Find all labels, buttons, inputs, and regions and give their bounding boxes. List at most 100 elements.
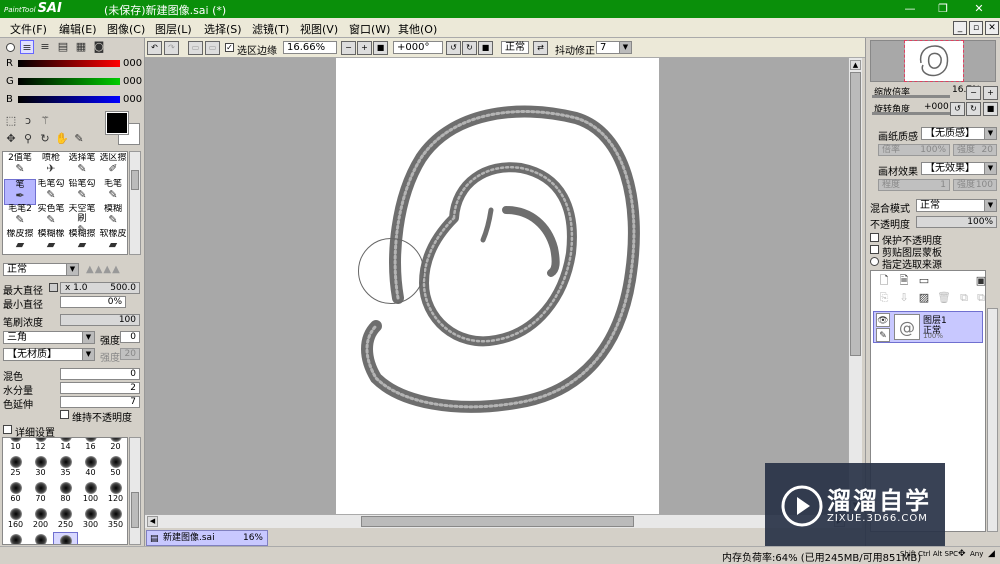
- menu-image[interactable]: 图像(C): [107, 21, 145, 37]
- mdi-close-button[interactable]: ✕: [985, 21, 999, 35]
- scroll-up-icon[interactable]: ▲: [850, 60, 861, 70]
- nav-rotate-left-icon[interactable]: ↺: [950, 102, 965, 116]
- magic-wand-icon[interactable]: ⚚: [38, 114, 52, 128]
- minimize-button[interactable]: —: [895, 0, 925, 18]
- blending-field[interactable]: 0: [60, 368, 140, 380]
- shape-strength-field[interactable]: 0: [120, 331, 140, 343]
- tool-solid-pen[interactable]: 实色笔 ✎: [35, 204, 67, 230]
- brush-size-option[interactable]: 450: [28, 532, 53, 544]
- brush-texture-select[interactable]: 【无材质】 ▼: [3, 348, 95, 361]
- new-layer-icon[interactable]: 🗋: [877, 274, 891, 288]
- nav-rotate-reset-icon[interactable]: ■: [983, 102, 998, 116]
- nav-zoom-out-icon[interactable]: −: [966, 86, 981, 100]
- persistence-field[interactable]: 7: [60, 396, 140, 408]
- brush-size-option[interactable]: 250: [53, 506, 78, 534]
- tool-soft-eraser[interactable]: 软橡皮 ▰: [97, 229, 129, 255]
- selection-edge-checkbox[interactable]: ✓: [225, 43, 234, 52]
- tool-eraser[interactable]: 橡皮擦 ▰: [4, 229, 36, 255]
- density-field[interactable]: 100: [60, 314, 140, 326]
- brush-size-option[interactable]: 200: [28, 506, 53, 534]
- menu-layer[interactable]: 图层(L): [155, 21, 192, 37]
- selection-source-radio[interactable]: [870, 257, 879, 266]
- scroll-left-icon[interactable]: ◀: [147, 516, 158, 527]
- r-slider[interactable]: [18, 60, 120, 67]
- menu-file[interactable]: 文件(F): [10, 21, 47, 37]
- deselect-icon[interactable]: ▭: [188, 41, 203, 55]
- brush-size-option[interactable]: 300: [78, 506, 103, 534]
- brush-size-option[interactable]: 500: [53, 532, 78, 544]
- stabilizer-select[interactable]: 7 ▼: [596, 41, 632, 54]
- b-slider[interactable]: [18, 96, 120, 103]
- rotate-left-icon[interactable]: ↺: [446, 41, 461, 55]
- texture-strength-field[interactable]: 20: [120, 348, 140, 360]
- brush-size-option[interactable]: 30: [28, 454, 53, 482]
- visibility-eye-icon[interactable]: 👁: [876, 313, 890, 327]
- new-folder-icon[interactable]: ▭: [917, 274, 931, 288]
- layer-edit-pen-icon[interactable]: ✎: [876, 328, 890, 342]
- eyedropper-icon[interactable]: ✎: [72, 132, 86, 146]
- layer-blend-select[interactable]: 正常 ▼: [916, 199, 997, 212]
- tool-select-eraser[interactable]: 选区擦 ✐: [97, 153, 129, 179]
- brush-size-option[interactable]: 350: [103, 506, 127, 534]
- tool-grid-scrollbar[interactable]: [129, 151, 141, 255]
- palette-icon[interactable]: ◙: [92, 40, 106, 54]
- dilution-field[interactable]: 2: [60, 382, 140, 394]
- mdi-minimize-button[interactable]: _: [953, 21, 967, 35]
- undo-icon[interactable]: ↶: [147, 41, 162, 55]
- flatten-icon[interactable]: ⧉: [974, 291, 988, 305]
- navigator-preview[interactable]: [870, 40, 996, 82]
- tool-airbrush[interactable]: 喷枪 ✈: [35, 153, 67, 179]
- mdi-restore-button[interactable]: ▫: [969, 21, 983, 35]
- zoom-fit-icon[interactable]: ■: [373, 41, 388, 55]
- close-button[interactable]: ✕: [961, 0, 997, 18]
- tool-pen[interactable]: 笔 ✒: [4, 179, 36, 205]
- layer-opacity-field[interactable]: 100%: [916, 216, 997, 228]
- brush-shape-select[interactable]: 三角 ▼: [3, 331, 95, 344]
- advanced-settings-checkbox[interactable]: [3, 425, 12, 434]
- merge-down-icon[interactable]: ⇩: [897, 291, 911, 305]
- select-rect-icon[interactable]: ⬚: [4, 114, 18, 128]
- menu-other[interactable]: 其他(O): [398, 21, 437, 37]
- size-grid-scrollbar[interactable]: [129, 437, 141, 545]
- tool-brush-outline[interactable]: 毛笔勾 ✎: [35, 179, 67, 205]
- tool-grid-scroll-thumb[interactable]: [131, 170, 139, 190]
- size-lock-checkbox[interactable]: [49, 283, 58, 292]
- merge-visible-icon[interactable]: ⧉: [957, 291, 971, 305]
- rgb-slider-icon[interactable]: ≡: [20, 40, 34, 54]
- menu-edit[interactable]: 编辑(E): [59, 21, 97, 37]
- paper-effect-select[interactable]: 【无效果】 ▼: [921, 162, 997, 175]
- rotation-select[interactable]: +000°: [393, 41, 443, 54]
- zoom-icon[interactable]: ⚲: [21, 132, 35, 146]
- nav-rotate-right-icon[interactable]: ↻: [966, 102, 981, 116]
- canvas-horizontal-scrollbar[interactable]: ◀ ▶: [145, 514, 862, 528]
- tool-blur-erase[interactable]: 模糊擦 ▰: [66, 229, 98, 255]
- brush-size-option[interactable]: 400: [3, 532, 28, 544]
- menu-view[interactable]: 视图(V): [300, 21, 338, 37]
- brush-size-option[interactable]: 60: [3, 480, 28, 508]
- effect-strength-field[interactable]: 强度 100: [953, 179, 997, 191]
- brush-size-option[interactable]: 80: [53, 480, 78, 508]
- primary-color-swatch[interactable]: [105, 111, 129, 135]
- color-wheel-icon[interactable]: [6, 43, 15, 52]
- paper-scale-field[interactable]: 倍率 100%: [878, 144, 950, 156]
- zoom-select[interactable]: 16.66%: [283, 41, 337, 54]
- brush-size-option[interactable]: 160: [3, 506, 28, 534]
- clipping-mask-checkbox[interactable]: [870, 245, 879, 254]
- paper-texture-select[interactable]: 【无质感】 ▼: [921, 127, 997, 140]
- hand-icon[interactable]: ✋: [55, 132, 69, 146]
- tool-binary-pen[interactable]: 2值笔 ✎: [4, 153, 36, 179]
- tool-blur-eraser[interactable]: 模糊橡 ▰: [35, 229, 67, 255]
- brush-shape-presets-icon[interactable]: ▲▲▲▲: [86, 264, 140, 275]
- tool-brush2[interactable]: 毛笔2 ✎: [4, 204, 36, 230]
- layer-scrollbar[interactable]: [987, 308, 998, 532]
- effect-width-field[interactable]: 程度 1: [878, 179, 950, 191]
- canvas-vertical-scrollbar[interactable]: ▲ ▼: [848, 58, 862, 514]
- brush-mode-select[interactable]: 正常 ▼: [3, 263, 79, 276]
- protect-opacity-checkbox[interactable]: [870, 233, 879, 242]
- brush-size-option[interactable]: 25: [3, 454, 28, 482]
- paper-strength-field[interactable]: 强度 20: [953, 144, 997, 156]
- rotate-right-icon[interactable]: ↻: [462, 41, 477, 55]
- menu-window[interactable]: 窗口(W): [349, 21, 390, 37]
- layer-row[interactable]: 👁 ✎ @ 图层1 正常 100%: [873, 311, 983, 343]
- view-blend-select[interactable]: 正常: [501, 41, 529, 54]
